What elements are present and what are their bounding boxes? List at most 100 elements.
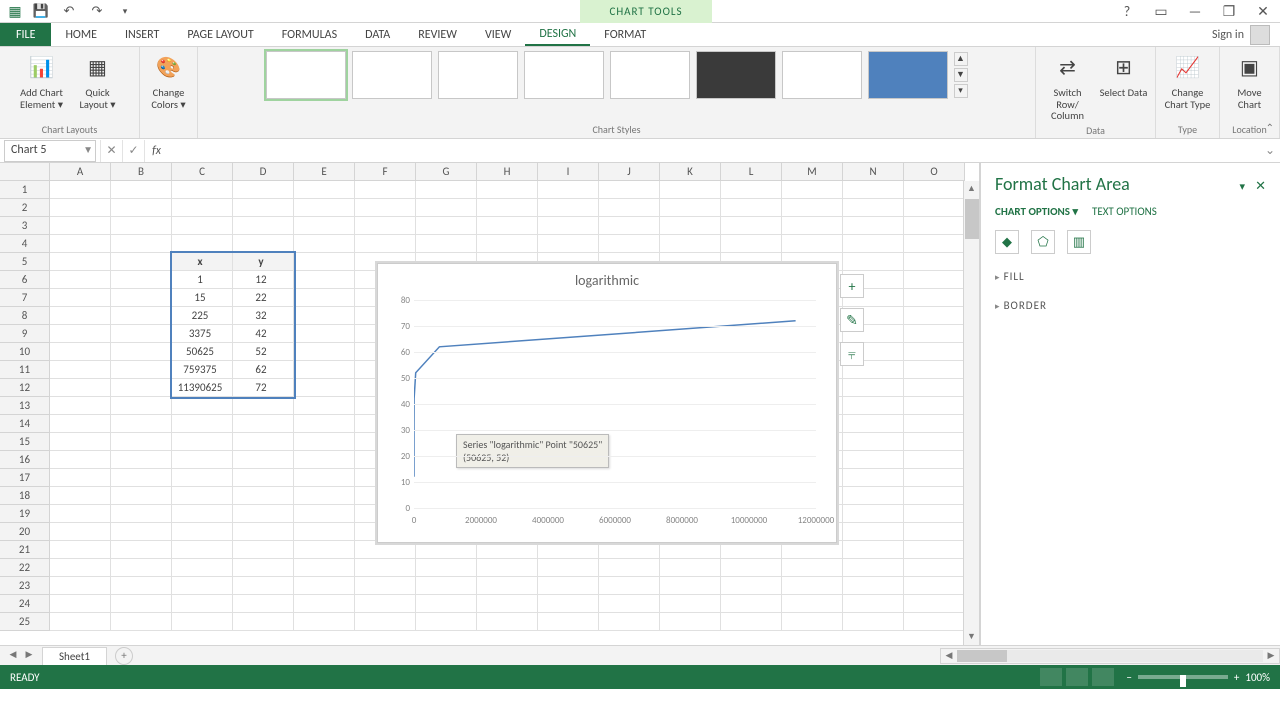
cell[interactable] bbox=[782, 199, 843, 217]
cell[interactable] bbox=[416, 613, 477, 631]
cell[interactable] bbox=[233, 487, 294, 505]
column-header[interactable]: J bbox=[599, 163, 660, 181]
cell[interactable] bbox=[233, 235, 294, 253]
qat-customize-icon[interactable]: ▾ bbox=[114, 0, 136, 22]
sign-in-link[interactable]: Sign in bbox=[1212, 28, 1244, 42]
cell[interactable] bbox=[294, 217, 355, 235]
cell[interactable] bbox=[294, 397, 355, 415]
cell[interactable] bbox=[233, 397, 294, 415]
row-header[interactable]: 25 bbox=[0, 613, 50, 631]
cell[interactable] bbox=[355, 181, 416, 199]
page-break-view-button[interactable] bbox=[1092, 668, 1114, 686]
cell[interactable] bbox=[294, 469, 355, 487]
zoom-level[interactable]: 100% bbox=[1245, 671, 1270, 684]
tab-design[interactable]: DESIGN bbox=[525, 23, 590, 46]
cell[interactable] bbox=[416, 541, 477, 559]
enter-formula-icon[interactable]: ✓ bbox=[122, 140, 144, 162]
cell[interactable] bbox=[721, 541, 782, 559]
chart-style-4[interactable] bbox=[524, 51, 604, 99]
user-avatar-icon[interactable] bbox=[1250, 25, 1270, 45]
cell[interactable] bbox=[782, 595, 843, 613]
cell[interactable] bbox=[721, 181, 782, 199]
help-button[interactable]: ? bbox=[1110, 0, 1144, 22]
cell[interactable] bbox=[416, 217, 477, 235]
row-header[interactable]: 9 bbox=[0, 325, 50, 343]
column-header[interactable]: F bbox=[355, 163, 416, 181]
undo-icon[interactable]: ↶ bbox=[58, 0, 80, 22]
chart-elements-button[interactable]: + bbox=[840, 274, 864, 298]
tab-insert[interactable]: INSERT bbox=[111, 23, 173, 46]
column-header[interactable]: G bbox=[416, 163, 477, 181]
select-all-corner[interactable] bbox=[0, 163, 50, 181]
row-header[interactable]: 23 bbox=[0, 577, 50, 595]
cell[interactable] bbox=[50, 361, 111, 379]
cell[interactable] bbox=[721, 577, 782, 595]
tab-formulas[interactable]: FORMULAS bbox=[268, 23, 351, 46]
cell[interactable] bbox=[660, 577, 721, 595]
cell[interactable] bbox=[172, 541, 233, 559]
cell[interactable] bbox=[904, 523, 965, 541]
effects-icon[interactable]: ⬠ bbox=[1031, 230, 1055, 254]
cell[interactable] bbox=[843, 415, 904, 433]
cell[interactable] bbox=[50, 559, 111, 577]
cell[interactable] bbox=[50, 541, 111, 559]
row-header[interactable]: 4 bbox=[0, 235, 50, 253]
cell[interactable] bbox=[904, 307, 965, 325]
cell[interactable] bbox=[538, 181, 599, 199]
cell[interactable] bbox=[904, 469, 965, 487]
cell[interactable] bbox=[172, 199, 233, 217]
zoom-out-button[interactable]: − bbox=[1126, 671, 1131, 684]
tab-format[interactable]: FORMAT bbox=[590, 23, 660, 46]
cell[interactable] bbox=[172, 235, 233, 253]
cell[interactable] bbox=[294, 451, 355, 469]
maximize-button[interactable]: ❐ bbox=[1212, 0, 1246, 22]
row-header[interactable]: 3 bbox=[0, 217, 50, 235]
cell[interactable] bbox=[843, 433, 904, 451]
cell[interactable] bbox=[538, 595, 599, 613]
cell[interactable] bbox=[50, 253, 111, 271]
cell[interactable] bbox=[660, 217, 721, 235]
cell[interactable] bbox=[782, 559, 843, 577]
row-header[interactable]: 14 bbox=[0, 415, 50, 433]
cell[interactable] bbox=[355, 199, 416, 217]
cell[interactable] bbox=[294, 523, 355, 541]
cell[interactable] bbox=[538, 235, 599, 253]
cell[interactable] bbox=[599, 595, 660, 613]
cell[interactable] bbox=[50, 451, 111, 469]
chart-style-5[interactable] bbox=[610, 51, 690, 99]
cell[interactable] bbox=[233, 433, 294, 451]
cell[interactable] bbox=[416, 181, 477, 199]
select-data-button[interactable]: ⊞ Select Data bbox=[1099, 51, 1149, 99]
cell[interactable] bbox=[538, 217, 599, 235]
cell[interactable] bbox=[782, 541, 843, 559]
cell[interactable] bbox=[538, 559, 599, 577]
cell[interactable] bbox=[904, 541, 965, 559]
add-chart-element-button[interactable]: 📊 Add Chart Element ▾ bbox=[17, 51, 67, 110]
chart-style-1[interactable] bbox=[266, 51, 346, 99]
row-header[interactable]: 15 bbox=[0, 433, 50, 451]
cell[interactable] bbox=[111, 235, 172, 253]
cell[interactable] bbox=[355, 541, 416, 559]
cell[interactable] bbox=[782, 235, 843, 253]
cell[interactable] bbox=[477, 541, 538, 559]
row-header[interactable]: 2 bbox=[0, 199, 50, 217]
cell[interactable] bbox=[904, 235, 965, 253]
cell[interactable] bbox=[294, 559, 355, 577]
pane-tab-text-options[interactable]: TEXT OPTIONS bbox=[1092, 205, 1157, 218]
cell[interactable] bbox=[904, 253, 965, 271]
cell[interactable] bbox=[904, 487, 965, 505]
cell[interactable] bbox=[477, 199, 538, 217]
cell[interactable] bbox=[111, 181, 172, 199]
cell[interactable] bbox=[416, 595, 477, 613]
hscroll-thumb[interactable] bbox=[957, 650, 1007, 662]
name-box[interactable]: Chart 5 ▼ bbox=[4, 140, 96, 162]
cell[interactable] bbox=[904, 451, 965, 469]
cell[interactable] bbox=[355, 577, 416, 595]
column-header[interactable]: A bbox=[50, 163, 111, 181]
cell[interactable] bbox=[660, 613, 721, 631]
column-header[interactable]: I bbox=[538, 163, 599, 181]
cell[interactable] bbox=[843, 235, 904, 253]
cell[interactable] bbox=[904, 217, 965, 235]
cell[interactable] bbox=[904, 559, 965, 577]
cell[interactable] bbox=[111, 487, 172, 505]
